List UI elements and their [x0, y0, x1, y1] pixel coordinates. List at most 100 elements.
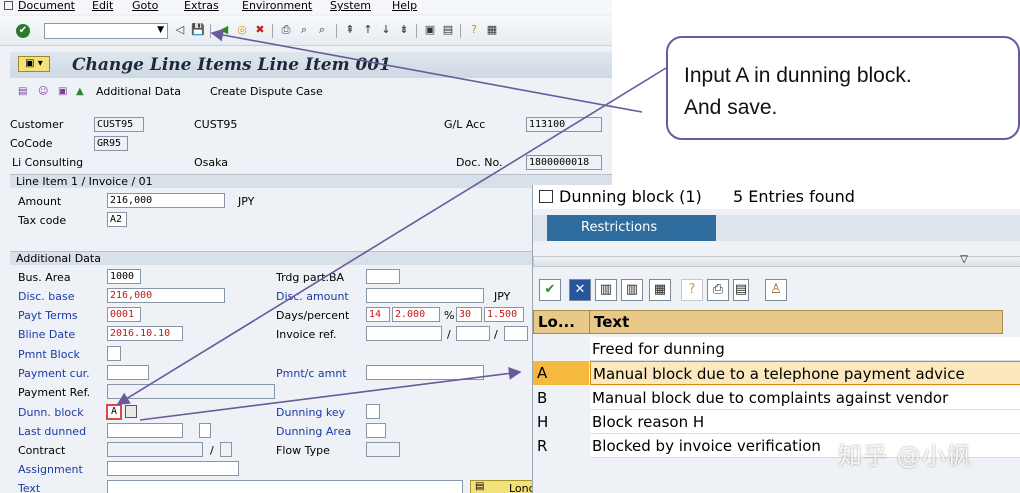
contract-separator: /: [210, 444, 214, 457]
collapse-arrow-icon[interactable]: ▽: [960, 254, 968, 265]
table-row-selected[interactable]: A Manual block due to a telephone paymen…: [533, 361, 1020, 385]
sap-window: Document Edit Goto Extras Environment Sy…: [0, 0, 612, 493]
company-name: Li Consulting: [12, 156, 84, 169]
invoice-ref-item-field[interactable]: [504, 326, 528, 341]
amount-field[interactable]: 216,000: [107, 193, 225, 208]
collapse-bar[interactable]: ▽: [533, 254, 1020, 267]
value-help-icon[interactable]: [125, 405, 137, 418]
dunning-level-field[interactable]: [199, 423, 211, 438]
save-icon[interactable]: 💾: [190, 22, 206, 38]
payt-terms-field[interactable]: 0001: [107, 307, 141, 322]
contract-label: Contract: [18, 444, 66, 457]
exit-icon[interactable]: ◎: [234, 22, 250, 38]
shortcut-icon[interactable]: ▤: [440, 22, 456, 38]
days-1-field[interactable]: 14: [366, 307, 390, 322]
dunning-key-field[interactable]: [366, 404, 380, 419]
tax-code-field[interactable]: A2: [107, 212, 127, 227]
tax-code-label: Tax code: [18, 214, 67, 227]
contract-field[interactable]: [107, 442, 203, 457]
table-header: Lo... Text: [533, 310, 1003, 334]
assignment-field[interactable]: [107, 461, 239, 476]
additional-data-icon[interactable]: ▲: [76, 86, 89, 98]
first-page-icon[interactable]: ⇞: [342, 22, 358, 38]
menu-edit[interactable]: Edit: [92, 0, 113, 12]
dunning-area-field[interactable]: [366, 423, 386, 438]
trdg-part-field[interactable]: [366, 269, 400, 284]
prev-page-icon[interactable]: ↑: [360, 22, 376, 38]
percent-2-field[interactable]: 1.500: [484, 307, 524, 322]
invoice-ref-year-field[interactable]: [456, 326, 490, 341]
list-icon[interactable]: ▤: [733, 279, 749, 301]
percent-sign: %: [444, 309, 455, 322]
disc-amount-field[interactable]: [366, 288, 484, 303]
enter-icon[interactable]: ✔: [16, 24, 30, 38]
new-session-icon[interactable]: ▣: [422, 22, 438, 38]
pmnt-block-label: Pmnt Block: [18, 348, 80, 361]
last-page-icon[interactable]: ⇟: [396, 22, 412, 38]
pmnt-block-field[interactable]: [107, 346, 121, 361]
find-icon[interactable]: ⌕: [296, 22, 312, 38]
pmnt-amnt-field[interactable]: [366, 365, 484, 380]
find-icon[interactable]: ▥: [595, 279, 617, 301]
table-row[interactable]: B Manual block due to complaints against…: [533, 386, 1020, 410]
days-2-field[interactable]: 30: [456, 307, 482, 322]
percent-1-field[interactable]: 2.000: [392, 307, 440, 322]
overview-icon[interactable]: ▤: [18, 86, 31, 98]
menu-help[interactable]: Help: [392, 0, 417, 12]
payment-ref-field[interactable]: [107, 384, 275, 399]
callout-line-2: And save.: [684, 96, 778, 119]
doc-no-label: Doc. No.: [456, 156, 503, 169]
invoice-ref-slash-1: /: [447, 328, 451, 341]
column-header-text[interactable]: Text: [594, 313, 629, 331]
additional-data-button[interactable]: Additional Data: [96, 85, 181, 98]
find-next-icon[interactable]: ⌕: [314, 22, 330, 38]
bline-date-field[interactable]: 2016.10.10: [107, 326, 183, 341]
payment-cur-field[interactable]: [107, 365, 149, 380]
last-dunned-field[interactable]: [107, 423, 183, 438]
display-icon[interactable]: ▣: [58, 86, 71, 98]
bus-area-field[interactable]: 1000: [107, 269, 141, 284]
person-icon[interactable]: ☺: [38, 86, 51, 98]
menu-extras[interactable]: Extras: [184, 0, 219, 12]
find-next-icon[interactable]: ▥: [621, 279, 643, 301]
column-header-code[interactable]: Lo...: [538, 313, 575, 331]
print-icon[interactable]: ⎙: [707, 279, 729, 301]
menu-icon[interactable]: ▣ ▾: [18, 56, 50, 72]
screen-title-bar: ▣ ▾ Change Line Items Line Item 001: [10, 52, 612, 78]
flow-type-field[interactable]: [366, 442, 400, 457]
menu-environment[interactable]: Environment: [242, 0, 312, 12]
invoice-ref-field[interactable]: [366, 326, 442, 341]
help-icon[interactable]: ?: [681, 279, 703, 301]
help-icon[interactable]: ?: [466, 22, 482, 38]
layout-icon[interactable]: ▦: [484, 22, 500, 38]
personal-list-icon[interactable]: ♙: [765, 279, 787, 301]
command-field[interactable]: ▼: [44, 23, 168, 39]
gl-account-label: G/L Acc: [444, 118, 486, 131]
entries-count: 5 Entries found: [733, 187, 855, 206]
table-row[interactable]: H Block reason H: [533, 410, 1020, 434]
dunn-block-field[interactable]: A: [106, 404, 122, 420]
confirm-icon[interactable]: ✔: [539, 279, 561, 301]
chevron-down-icon[interactable]: ▼: [157, 25, 164, 35]
menu-document[interactable]: Document: [18, 0, 75, 12]
select-all-icon[interactable]: ▦: [649, 279, 671, 301]
disc-amount-currency: JPY: [494, 290, 511, 303]
next-page-icon[interactable]: ↓: [378, 22, 394, 38]
cancel-icon[interactable]: ✖: [252, 22, 268, 38]
tab-restrictions[interactable]: Restrictions: [547, 215, 716, 241]
back-arrow-icon[interactable]: ◁: [172, 22, 188, 38]
create-dispute-case-button[interactable]: Create Dispute Case: [210, 85, 323, 98]
table-row[interactable]: Freed for dunning: [533, 337, 1020, 361]
close-icon[interactable]: ✕: [569, 279, 591, 301]
pmnt-amnt-label: Pmnt/c amnt: [276, 367, 347, 380]
menu-goto[interactable]: Goto: [132, 0, 158, 12]
disc-base-field[interactable]: 216,000: [107, 288, 225, 303]
flow-type-label: Flow Type: [276, 444, 330, 457]
menu-system[interactable]: System: [330, 0, 371, 12]
contract-type-field[interactable]: [220, 442, 232, 457]
back-icon[interactable]: ◀: [216, 22, 232, 38]
dunning-area-label: Dunning Area: [276, 425, 352, 438]
text-field[interactable]: [107, 480, 463, 493]
line-item-section-header: Line Item 1 / Invoice / 01: [10, 174, 612, 188]
print-icon[interactable]: ⎙: [278, 22, 294, 38]
